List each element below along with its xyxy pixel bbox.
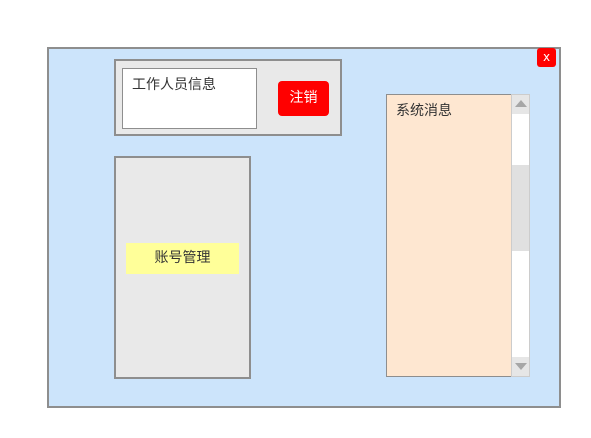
staff-info-label: 工作人员信息 bbox=[132, 77, 216, 93]
arrow-up-icon bbox=[515, 100, 527, 107]
scroll-up-button[interactable] bbox=[512, 95, 529, 114]
scroll-thumb[interactable] bbox=[512, 165, 529, 251]
system-messages-title: 系统消息 bbox=[396, 103, 452, 119]
close-button[interactable]: x bbox=[537, 48, 556, 67]
logout-button[interactable]: 注销 bbox=[278, 81, 329, 116]
system-messages-scrollbar[interactable] bbox=[511, 94, 530, 377]
close-icon: x bbox=[542, 50, 551, 64]
staff-info-box: 工作人员信息 bbox=[122, 68, 257, 129]
account-management-button[interactable]: 账号管理 bbox=[126, 243, 239, 274]
system-messages-panel: 系统消息 bbox=[386, 94, 512, 377]
scroll-down-button[interactable] bbox=[512, 357, 529, 376]
arrow-down-icon bbox=[515, 363, 527, 370]
